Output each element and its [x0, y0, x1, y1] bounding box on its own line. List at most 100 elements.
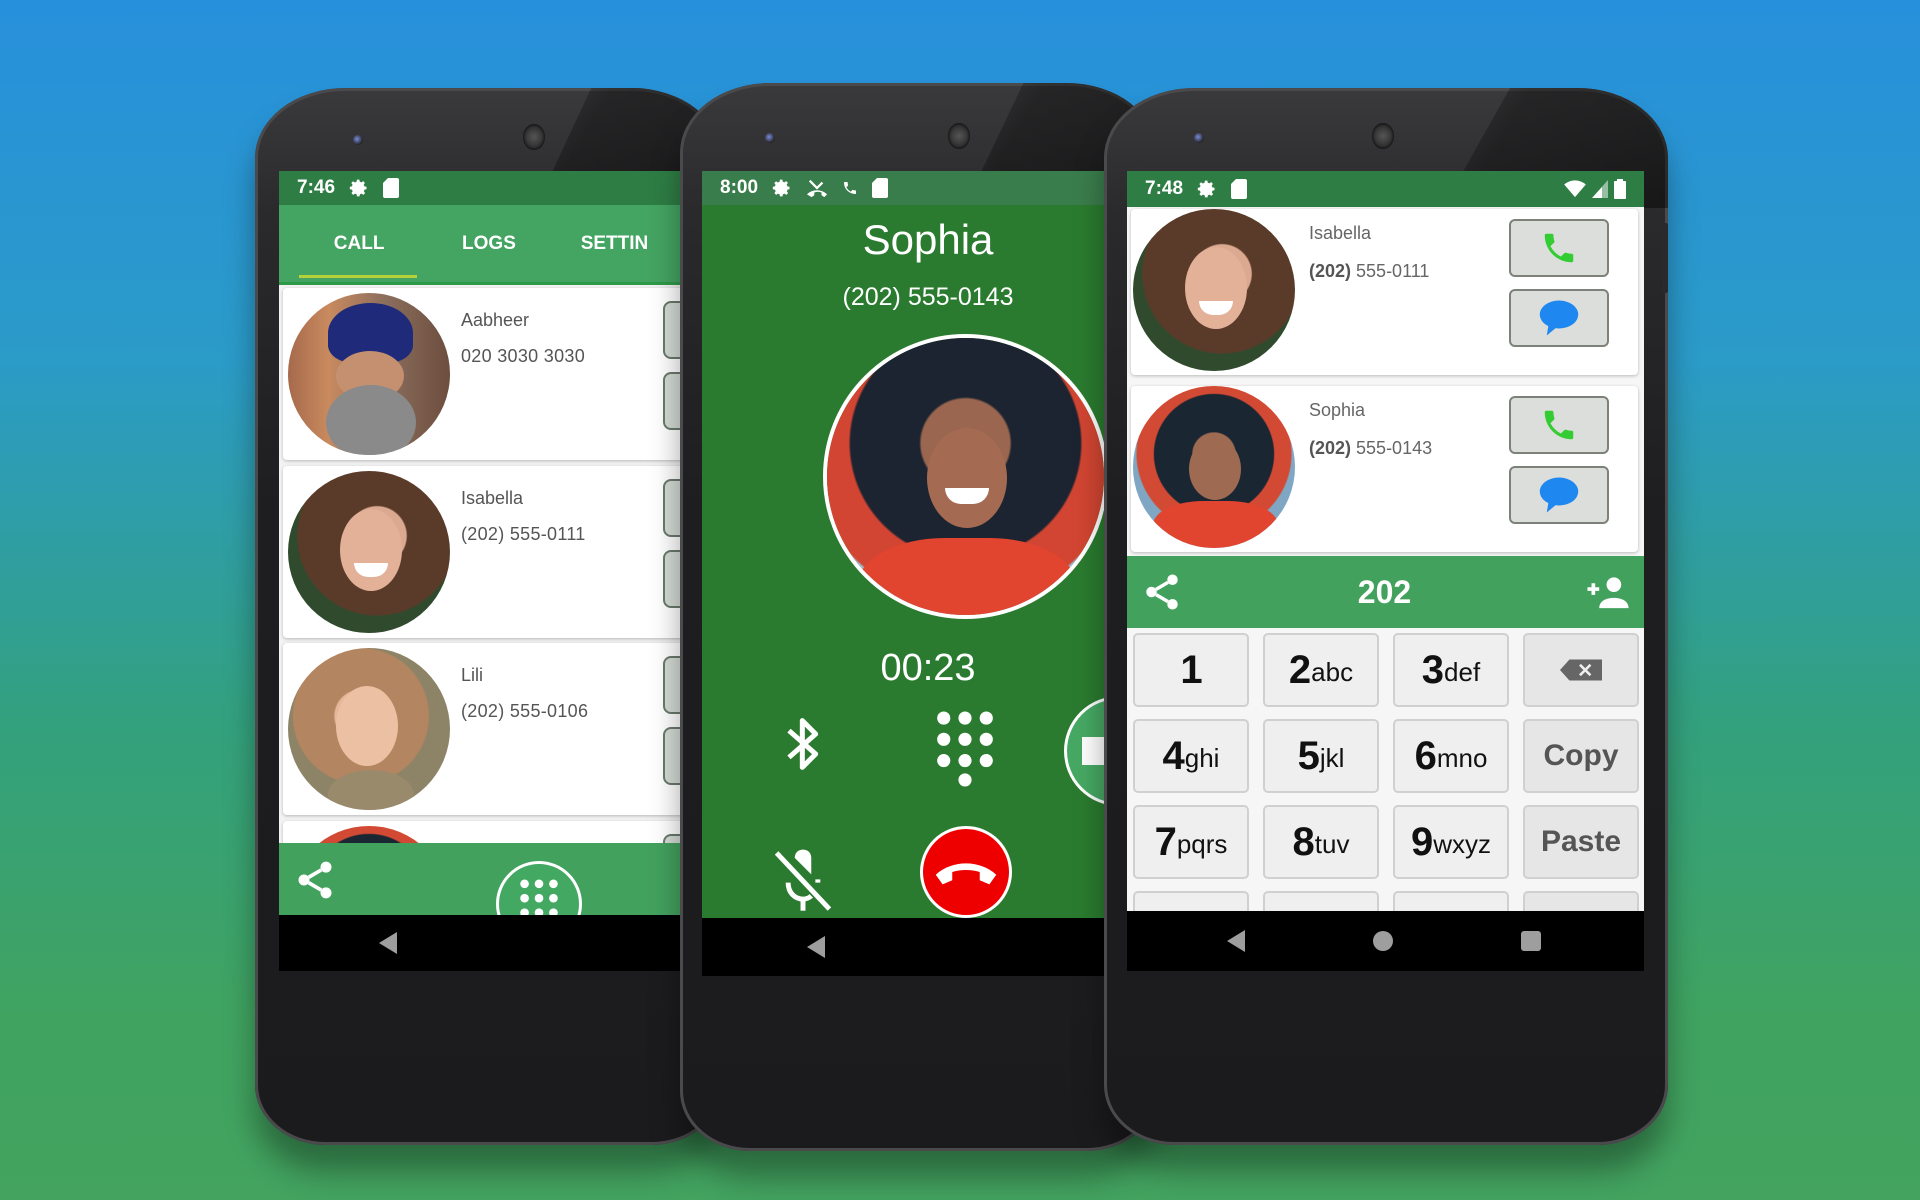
hang-up-button[interactable] — [920, 826, 1012, 918]
call-icon — [842, 180, 858, 196]
gear-icon — [1197, 179, 1217, 199]
key-6[interactable]: 6 mno — [1393, 719, 1509, 793]
key-letters: jkl — [1319, 742, 1345, 773]
key-5[interactable]: 5 jkl — [1263, 719, 1379, 793]
android-nav-bar — [702, 918, 1136, 976]
dial-bar: 202 — [1127, 556, 1644, 628]
phone-contacts: 7:46 CALL LOGS SETTIN Aabheer 020 3030 3… — [255, 88, 722, 1145]
avatar — [288, 293, 450, 455]
key-letters: abc — [1311, 656, 1354, 687]
key-digit: 7 — [1154, 819, 1177, 864]
power-button — [1662, 223, 1668, 293]
caller-number: (202) 555-0143 — [842, 283, 1014, 311]
status-time: 8:00 — [720, 177, 759, 198]
key-digit: 9 — [1410, 819, 1433, 864]
status-time: 7:46 — [297, 177, 336, 198]
wifi-icon — [1564, 180, 1586, 198]
android-nav-bar — [279, 915, 699, 971]
message-button[interactable] — [1509, 466, 1609, 524]
earpiece-speaker — [1372, 123, 1394, 149]
mute-button[interactable] — [768, 841, 838, 921]
copy-button[interactable]: Copy — [1523, 719, 1639, 793]
contact-number: (202) 555-0111 — [1309, 261, 1429, 282]
status-bar: 7:46 — [279, 171, 699, 205]
sd-card-icon — [1231, 179, 1248, 199]
key-letters: ghi — [1184, 742, 1220, 773]
bluetooth-icon — [787, 718, 819, 770]
caller-name: Sophia — [862, 216, 994, 263]
key-1[interactable]: 1 — [1133, 633, 1249, 707]
gear-icon — [772, 178, 792, 198]
signal-icon — [1592, 180, 1608, 198]
tab-call[interactable]: CALL — [279, 205, 419, 282]
contact-name: Isabella — [1309, 223, 1372, 243]
key-letters: wxyz — [1433, 828, 1492, 859]
back-button[interactable] — [1227, 930, 1245, 952]
key-2[interactable]: 2 abc — [1263, 633, 1379, 707]
phone-in-call: 8:00 Sophia (202) 555-0143 00:23 — [680, 83, 1157, 1151]
back-button[interactable] — [379, 932, 397, 954]
key-digit: 4 — [1162, 733, 1185, 778]
contact-row[interactable]: Lili (202) 555-0106 — [283, 643, 699, 815]
key-digit: 2 — [1288, 647, 1311, 692]
mic-off-icon — [774, 849, 832, 911]
backspace-key[interactable] — [1523, 633, 1639, 707]
key-letters: tuv — [1314, 828, 1350, 859]
phone-icon — [1544, 410, 1574, 440]
key-3[interactable]: 3 def — [1393, 633, 1509, 707]
front-camera — [765, 133, 775, 143]
battery-icon — [1614, 179, 1626, 199]
status-bar: 7:48 — [1127, 171, 1644, 207]
tab-label: LOGS — [462, 232, 516, 254]
status-bar: 8:00 — [702, 171, 1136, 205]
dialed-number[interactable]: 202 — [1183, 574, 1586, 611]
call-button[interactable] — [1509, 219, 1609, 277]
hang-up-icon — [935, 863, 997, 885]
share-icon[interactable] — [1141, 570, 1183, 614]
sd-card-icon — [872, 178, 889, 198]
tab-bar: CALL LOGS SETTIN — [279, 205, 699, 285]
call-button[interactable] — [1509, 396, 1609, 454]
home-button[interactable] — [1373, 931, 1393, 951]
key-9[interactable]: 9 wxyz — [1393, 805, 1509, 879]
dialpad-icon — [937, 711, 993, 787]
bottom-bar — [279, 843, 699, 915]
phone-icon — [1544, 233, 1574, 263]
key-7[interactable]: 7 pqrs — [1133, 805, 1249, 879]
contact-row[interactable]: Isabella (202) 555-0111 — [283, 466, 699, 638]
bluetooth-button[interactable] — [774, 709, 834, 779]
back-button[interactable] — [807, 936, 825, 958]
matched-prefix: (202) — [1309, 438, 1352, 458]
number-rest: 555-0111 — [1351, 261, 1430, 281]
message-icon — [1539, 300, 1579, 336]
key-letters: mno — [1436, 742, 1488, 773]
recents-button[interactable] — [1521, 931, 1541, 951]
add-contact-icon[interactable] — [1586, 575, 1630, 609]
contact-number: (202) 555-0106 — [461, 701, 589, 721]
contact-number: (202) 555-0111 — [461, 524, 586, 544]
message-button[interactable] — [1509, 289, 1609, 347]
copy-label: Copy — [1543, 739, 1619, 772]
key-digit: 3 — [1421, 647, 1444, 692]
contact-match-row[interactable]: Isabella (202) 555-0111 — [1131, 209, 1638, 375]
key-4[interactable]: 4 ghi — [1133, 719, 1249, 793]
status-right-icons — [1564, 179, 1626, 199]
contact-match-row[interactable]: Sophia (202) 555-0143 — [1131, 386, 1638, 552]
key-digit: 1 — [1180, 647, 1202, 692]
avatar — [288, 471, 450, 633]
status-time: 7:48 — [1145, 178, 1184, 199]
sd-card-icon — [383, 178, 400, 198]
key-letters: def — [1444, 656, 1481, 687]
android-nav-bar — [1127, 911, 1644, 971]
in-call-screen: 8:00 Sophia (202) 555-0143 00:23 — [702, 171, 1136, 976]
key-8[interactable]: 8 tuv — [1263, 805, 1379, 879]
tab-logs[interactable]: LOGS — [419, 205, 558, 282]
paste-button[interactable]: Paste — [1523, 805, 1639, 879]
key-letters: pqrs — [1176, 828, 1228, 859]
dialpad-button[interactable] — [930, 709, 1000, 789]
missed-call-icon — [806, 178, 828, 198]
tab-settings[interactable]: SETTIN — [559, 205, 699, 282]
contact-row[interactable]: Aabheer 020 3030 3030 — [283, 288, 699, 460]
share-icon[interactable] — [293, 857, 337, 903]
key-digit: 6 — [1414, 733, 1437, 778]
